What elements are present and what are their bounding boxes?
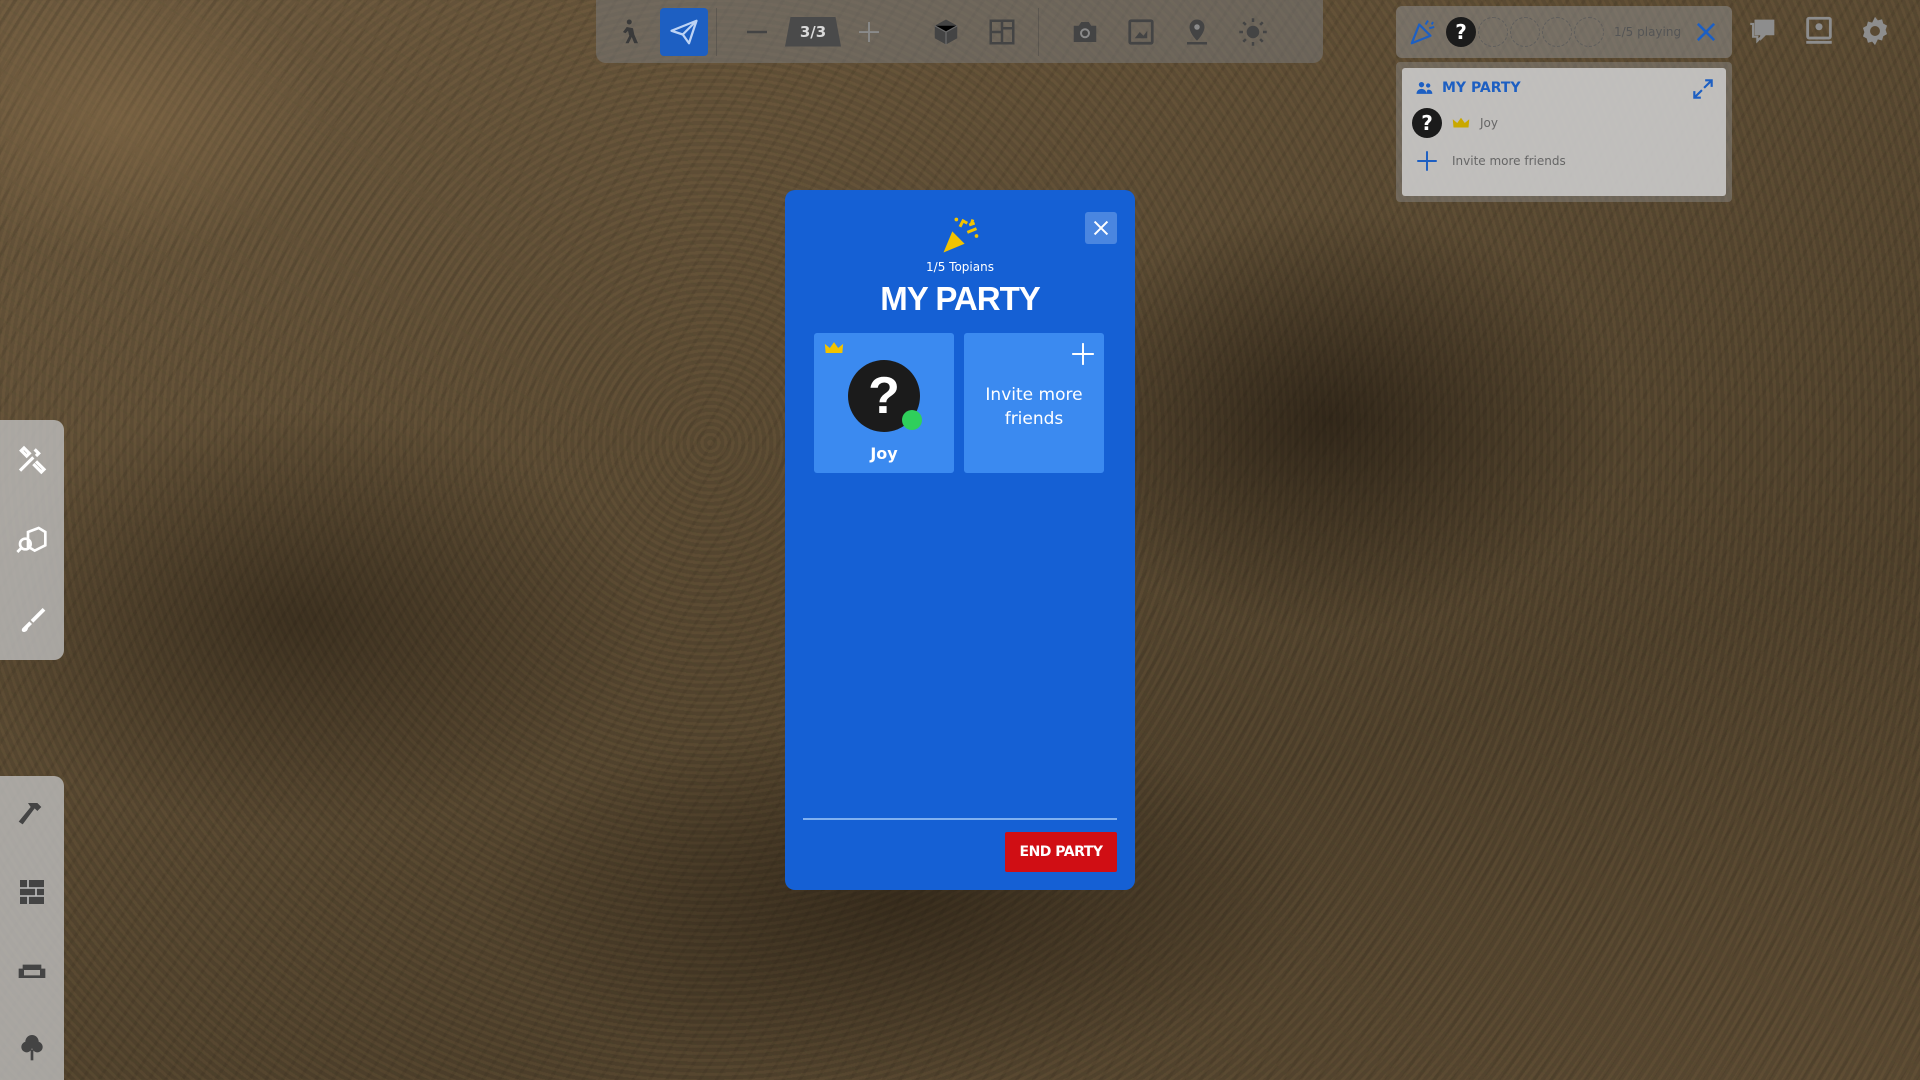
wrench-hammer-icon [18,445,47,475]
party-popper-icon [1410,20,1435,45]
hammer-icon [18,802,42,825]
my-party-modal: 1/5 Topians MY PARTY ? Joy Invite more f… [785,190,1135,890]
playing-count: 1/5 playing [1614,25,1682,39]
sun-icon [1239,17,1267,46]
floor-group: 3/3 [717,0,909,63]
profile-card-icon[interactable] [1802,14,1836,48]
paint-brush-icon [21,608,46,632]
walls-button[interactable] [12,872,52,912]
fly-icon [670,19,698,44]
party-member-count: 1/5 Topians [926,260,994,274]
party-member-cards: ? Joy Invite more friends [814,333,1104,473]
mini-invite-text: Invite more friends [1452,154,1566,168]
crown-icon [1452,117,1470,128]
member-name: Joy [870,444,898,463]
member-avatar: ? [848,360,922,432]
mini-party-header: MY PARTY [1412,78,1716,98]
empty-party-slot [1478,17,1508,47]
inventory-search-button[interactable] [12,520,52,560]
floor-counter: 3/3 [785,16,841,47]
party-member-avatar[interactable]: ? [1446,17,1476,47]
crown-icon [824,342,844,353]
time-of-day-button[interactable] [1229,8,1277,56]
sofa-icon [18,964,46,978]
walk-icon [623,19,638,43]
party-popper-icon [943,217,979,253]
screenshot-icon [1128,18,1154,45]
expand-icon[interactable] [1690,76,1716,102]
member-card[interactable]: ? Joy [814,333,954,473]
inventory-search-icon [16,526,47,553]
fly-mode-button[interactable] [660,7,708,56]
empty-party-slot [1510,17,1540,47]
left-tool-panel-upper [0,420,64,660]
wall-icon [20,880,44,905]
tree-icon [21,1035,43,1061]
floorplan-icon [989,19,1015,44]
movement-mode-group [596,0,716,63]
top-toolbar: 3/3 [596,0,1323,63]
avatar-glyph: ? [868,367,900,425]
camera-button[interactable] [1061,8,1109,56]
camera-icon [1073,21,1097,42]
chat-icon[interactable] [1746,14,1780,48]
mini-member-avatar: ? [1412,108,1442,138]
plus-icon [1072,343,1094,365]
plus-icon [859,21,879,42]
modal-divider [803,818,1117,820]
modal-close-button[interactable] [1085,212,1117,244]
mini-party-title: MY PARTY [1442,80,1521,96]
plus-icon [1417,151,1437,171]
invite-friends-card[interactable]: Invite more friends [964,333,1104,473]
construct-button[interactable] [12,795,52,835]
online-status-dot [902,410,922,430]
close-party-bar-icon[interactable] [1692,18,1720,46]
left-tool-panel-lower [0,776,64,1080]
paint-button[interactable] [12,600,52,640]
view-group [910,0,1038,63]
minus-icon [747,30,767,33]
walk-mode-button[interactable] [604,8,652,56]
invite-friends-text: Invite more friends [985,385,1083,429]
empty-party-slot [1574,17,1604,47]
mini-party-panel-body: MY PARTY ? Joy Invite more friends [1402,68,1726,196]
cube-icon [934,19,958,44]
group-icon [1416,82,1433,94]
3d-view-button[interactable] [922,8,970,56]
party-status-bar[interactable]: ? 1/5 playing [1396,6,1732,58]
modal-header: 1/5 Topians MY PARTY [785,190,1135,318]
end-party-button[interactable]: END PARTY [1005,832,1117,872]
mini-invite-row[interactable]: Invite more friends [1412,148,1716,174]
screenshot-gallery-button[interactable] [1117,8,1165,56]
floor-up-button[interactable] [845,8,893,56]
floorplan-view-button[interactable] [978,8,1026,56]
location-pin-icon [1187,19,1207,44]
tools-group [1039,0,1299,63]
build-tools-button[interactable] [12,440,52,480]
location-button[interactable] [1173,8,1221,56]
furniture-button[interactable] [12,950,52,990]
floor-down-button[interactable] [733,8,781,56]
mini-party-member[interactable]: ? Joy [1412,108,1716,138]
mini-member-name: Joy [1480,116,1498,130]
gear-icon[interactable] [1858,14,1892,48]
mini-party-panel: MY PARTY ? Joy Invite more friends [1396,62,1732,202]
empty-party-slot [1542,17,1572,47]
landscape-button[interactable] [12,1027,52,1067]
modal-title: MY PARTY [880,280,1040,317]
close-icon [1093,220,1109,236]
